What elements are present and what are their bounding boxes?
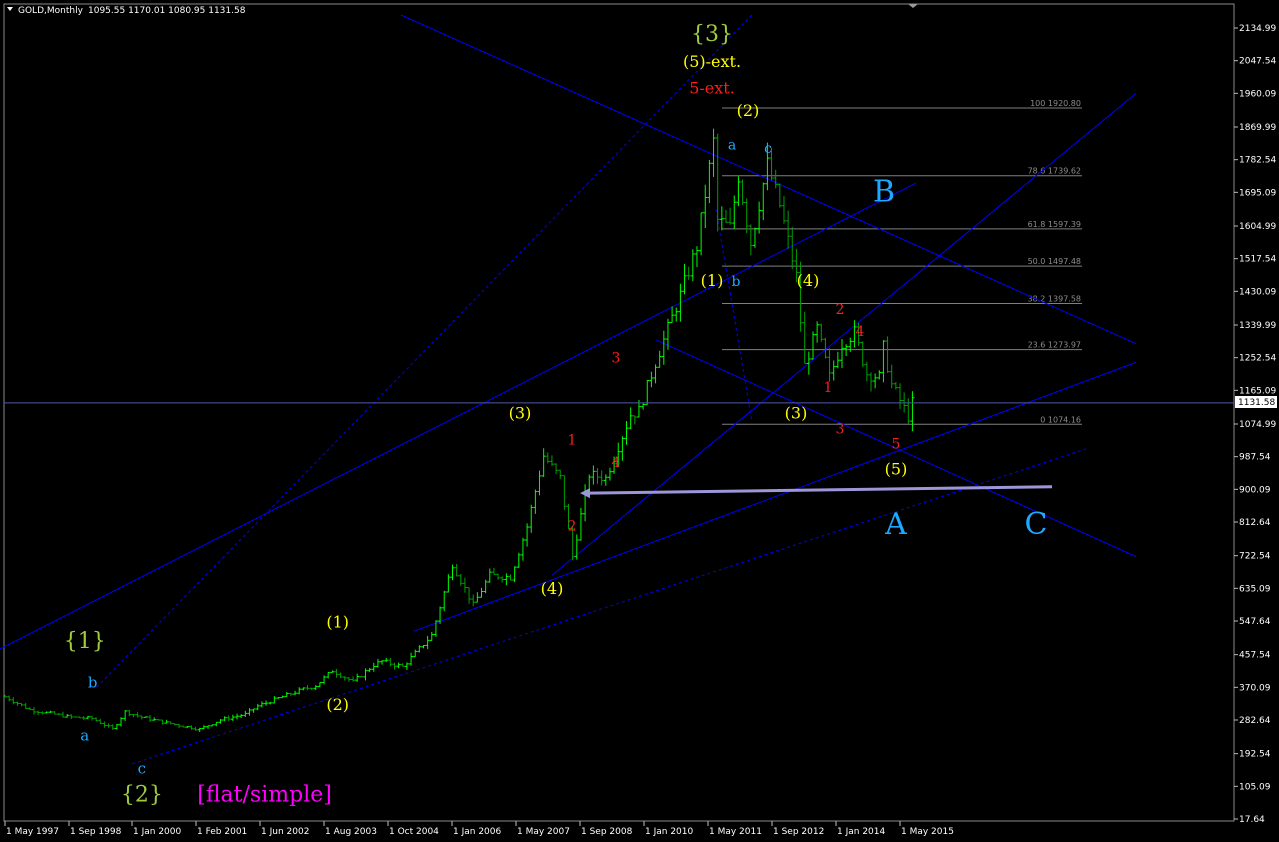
price-tick-label: 987.54: [1239, 453, 1271, 463]
wave-label: A: [884, 507, 907, 542]
price-tick-label: 457.54: [1239, 651, 1271, 661]
wave-label: 1: [824, 380, 833, 396]
wave-label: 3: [836, 421, 845, 437]
date-tick-label: 1 Jan 2006: [453, 827, 501, 837]
wave-label: {3}: [691, 22, 733, 47]
wave-label: (3): [509, 403, 532, 422]
date-tick-label: 1 May 1997: [6, 827, 59, 837]
fib-level-label: 50.0 1497.48: [1028, 257, 1081, 266]
wave-label: 5-ext.: [689, 78, 735, 97]
date-tick-label: 1 Sep 2012: [773, 827, 824, 837]
wave-label: [flat/simple]: [197, 782, 332, 807]
price-tick-label: 1074.99: [1239, 420, 1276, 430]
date-tick-label: 1 Sep 1998: [70, 827, 122, 837]
price-tick-label: 900.09: [1239, 485, 1271, 495]
date-tick-label: 1 Aug 2003: [325, 827, 377, 837]
fib-level-label: 0 1074.16: [1040, 415, 1081, 424]
wave-label: (2): [737, 101, 760, 120]
price-tick-label: 105.09: [1239, 782, 1271, 792]
price-tick-label: 1695.09: [1239, 188, 1276, 198]
wave-label: c: [138, 759, 146, 777]
price-tick-label: 282.64: [1239, 716, 1271, 726]
date-tick-label: 1 Jan 2014: [837, 827, 885, 837]
wave-label: a: [728, 137, 736, 153]
price-tick-label: 1604.99: [1239, 222, 1276, 232]
price-chart[interactable]: GOLD,Monthly 1095.55 1170.01 1080.95 113…: [0, 0, 1279, 842]
date-tick-label: 1 Jan 2010: [645, 827, 693, 837]
wave-label: 4: [856, 324, 865, 340]
wave-label: 2: [836, 302, 845, 318]
price-tick-label: 1252.54: [1239, 354, 1276, 364]
price-tick-label: 1960.09: [1239, 89, 1276, 99]
current-price-tag: 1131.58: [1235, 396, 1277, 408]
price-tick-label: 1869.99: [1239, 123, 1276, 133]
ohlc-readout: 1095.55 1170.01 1080.95 1131.58: [88, 6, 246, 16]
price-tick-label: 370.09: [1239, 683, 1271, 693]
date-tick-label: 1 May 2007: [517, 827, 570, 837]
fib-level-label: 78.6 1739.62: [1028, 167, 1081, 176]
wave-label: b: [88, 673, 98, 691]
wave-label: (5)-ext.: [683, 52, 741, 71]
price-tick-label: 2134.99: [1239, 24, 1276, 34]
price-tick-label: 192.54: [1239, 750, 1271, 760]
date-tick-label: 1 Oct 2004: [389, 827, 439, 837]
current-price-tag-label: 1131.58: [1238, 398, 1275, 408]
price-tick-label: 635.09: [1239, 584, 1271, 594]
wave-label: c: [764, 141, 772, 157]
price-tick-label: 1517.54: [1239, 255, 1276, 265]
fib-level-label: 61.8 1597.39: [1028, 220, 1081, 229]
wave-label: 4: [612, 455, 621, 471]
chart-header: GOLD,Monthly 1095.55 1170.01 1080.95 113…: [7, 6, 246, 16]
price-tick-label: 722.54: [1239, 552, 1271, 562]
wave-label: (4): [797, 271, 820, 290]
wave-label: {1}: [64, 629, 106, 654]
wave-label: {2}: [121, 782, 163, 807]
price-tick-label: 812.64: [1239, 518, 1271, 528]
wave-label: (2): [326, 695, 349, 714]
wave-label: 3: [612, 350, 621, 366]
wave-label: b: [732, 274, 741, 290]
price-tick-label: 1430.09: [1239, 287, 1276, 297]
price-tick-label: 1782.54: [1239, 156, 1276, 166]
wave-label: 1: [568, 433, 577, 449]
wave-label: B: [873, 175, 895, 210]
wave-label: 5: [892, 436, 901, 452]
price-tick-label: 17.64: [1239, 815, 1265, 825]
date-tick-label: 1 Sep 2008: [581, 827, 633, 837]
wave-label: (4): [541, 579, 564, 598]
fib-level-label: 23.6 1273.97: [1028, 341, 1081, 350]
date-tick-label: 1 Jan 2000: [133, 827, 181, 837]
wave-label: (1): [326, 613, 349, 632]
date-tick-label: 1 Jun 2002: [261, 827, 309, 837]
price-tick-label: 1339.99: [1239, 321, 1276, 331]
date-tick-label: 1 May 2015: [901, 827, 954, 837]
wave-label: a: [80, 726, 89, 744]
price-tick-label: 547.64: [1239, 617, 1271, 627]
fib-level-label: 100 1920.80: [1030, 99, 1081, 108]
wave-label: 2: [568, 518, 577, 534]
price-tick-label: 2047.54: [1239, 57, 1276, 67]
wave-label: (5): [885, 459, 908, 478]
date-tick-label: 1 Feb 2001: [197, 827, 247, 837]
chart-background: [0, 0, 1279, 842]
date-tick-label: 1 May 2011: [709, 827, 762, 837]
wave-label: C: [1025, 507, 1048, 542]
wave-label: (1): [701, 271, 724, 290]
wave-label: (3): [785, 403, 808, 422]
symbol-title: GOLD,Monthly: [18, 6, 84, 16]
price-tick-label: 1165.09: [1239, 386, 1276, 396]
